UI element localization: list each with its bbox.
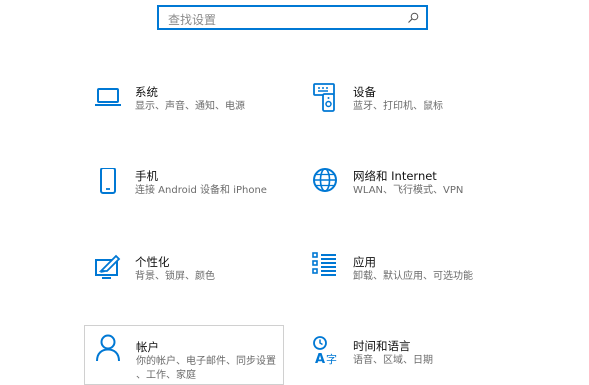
tile-title: 系统 [135,85,158,99]
tile-system[interactable]: 系统 显示、声音、通知、电源 [94,84,274,120]
tile-description: 显示、声音、通知、电源 [135,101,245,112]
tile-description: 背景、锁屏、颜色 [135,271,215,282]
search-input[interactable]: 查找设置 [168,11,216,28]
devices-icon [313,83,335,112]
svg-text:字: 字 [326,352,337,366]
phone-icon [100,168,116,194]
search-icon [408,12,419,23]
tile-time-language[interactable]: A 字 时间和语言 语音、区域、日期 [312,336,502,372]
tile-phone[interactable]: 手机 连接 Android 设备和 iPhone [94,168,284,200]
tile-title: 网络和 Internet [353,169,437,183]
svg-text:A: A [315,352,325,366]
tile-description: 蓝牙、打印机、鼠标 [353,101,443,112]
tile-description: 卸载、默认应用、可选功能 [353,271,473,282]
tile-title: 应用 [353,255,376,269]
tile-personalization[interactable]: 个性化 背景、锁屏、颜色 [94,254,274,286]
tile-description: WLAN、飞行模式、VPN [353,185,464,196]
tile-title: 设备 [353,85,376,99]
tile-title: 手机 [135,169,158,183]
tile-network-internet[interactable]: 网络和 Internet WLAN、飞行模式、VPN [312,168,502,200]
tile-title: 时间和语言 [353,339,411,353]
tile-accounts[interactable]: 帐户 你的帐户、电子邮件、同步设置 、工作、家庭 [84,325,284,385]
tile-title: 帐户 [136,340,159,354]
time-language-icon: A 字 [313,336,337,366]
globe-icon [313,168,337,192]
laptop-icon [95,88,121,106]
tile-description: 连接 Android 设备和 iPhone [135,185,267,196]
search-box[interactable]: 查找设置 [157,5,428,30]
tile-description-line1: 你的帐户、电子邮件、同步设置 [136,356,276,367]
tile-title: 个性化 [135,255,170,269]
tile-devices[interactable]: 设备 蓝牙、打印机、鼠标 [312,82,492,122]
personalization-icon [95,254,121,279]
tile-apps[interactable]: 应用 卸载、默认应用、可选功能 [312,252,502,288]
person-icon [96,334,120,362]
apps-list-icon [312,252,336,276]
tile-description: 语音、区域、日期 [353,355,433,366]
tile-description-line2: 、工作、家庭 [136,370,196,381]
